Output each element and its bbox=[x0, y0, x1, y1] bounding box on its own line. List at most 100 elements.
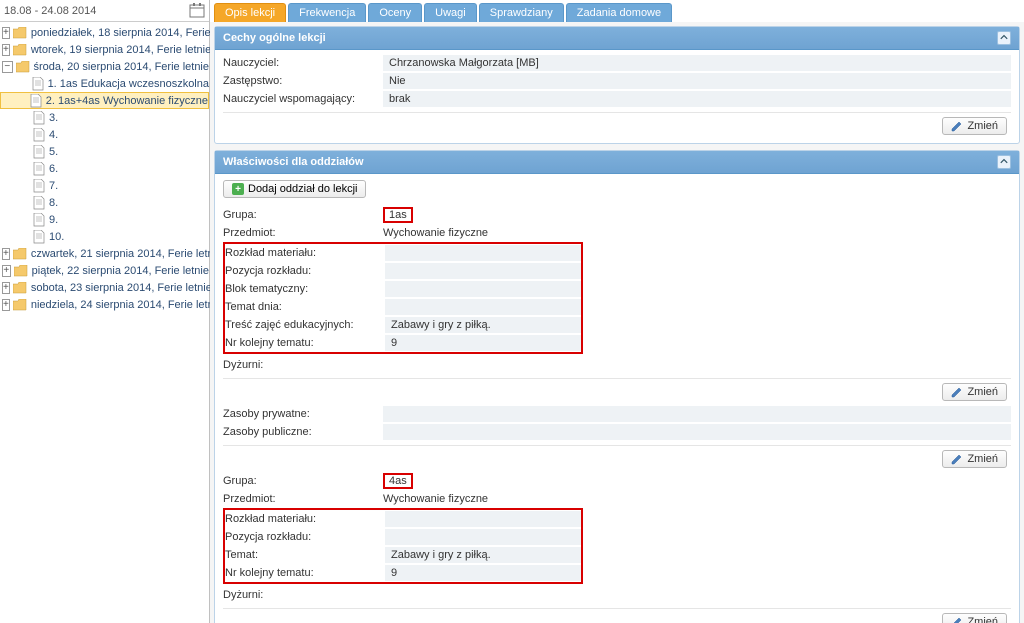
tab-bar: Opis lekcjiFrekwencjaOcenyUwagiSprawdzia… bbox=[210, 0, 1024, 22]
file-icon bbox=[33, 230, 45, 244]
tree-day-label: czwartek, 21 sierpnia 2014, Ferie letnie bbox=[31, 248, 222, 260]
general-panel-header: Cechy ogólne lekcji bbox=[215, 27, 1019, 50]
change-general-button[interactable]: Zmień bbox=[942, 117, 1007, 135]
substitute-label: Zastępstwo: bbox=[223, 75, 383, 87]
folder-icon bbox=[13, 282, 27, 294]
teacher-label: Nauczyciel: bbox=[223, 57, 383, 69]
pencil-icon bbox=[951, 453, 963, 465]
tree-day-label: środa, 20 sierpnia 2014, Ferie letnie bbox=[34, 61, 210, 73]
subject1-label: Przedmiot: bbox=[223, 227, 383, 239]
properties-panel: Właściwości dla oddziałów + Dodaj oddzia… bbox=[214, 150, 1020, 623]
change-group2-label: Zmień bbox=[967, 616, 998, 623]
teacher-value: Chrzanowska Małgorzata [MB] bbox=[383, 55, 1011, 71]
tree-lesson-label: 9. bbox=[49, 214, 58, 226]
tree-lesson[interactable]: 9. bbox=[0, 211, 209, 228]
tree-expand-icon[interactable]: + bbox=[2, 44, 10, 56]
sidebar: 18.08 - 24.08 2014 +poniedziałek, 18 sie… bbox=[0, 0, 210, 623]
add-class-label: Dodaj oddział do lekcji bbox=[248, 183, 357, 195]
tree-lesson[interactable]: 6. bbox=[0, 160, 209, 177]
tree-lesson[interactable]: 10. bbox=[0, 228, 209, 245]
tree-expand-icon[interactable]: + bbox=[2, 282, 10, 294]
group2-value-highlight: 4as bbox=[383, 473, 413, 489]
pencil-icon bbox=[951, 616, 963, 623]
general-panel-title: Cechy ogólne lekcji bbox=[223, 32, 326, 44]
rozklad1-label: Rozkład materiału: bbox=[225, 247, 385, 259]
tree-day[interactable]: +czwartek, 21 sierpnia 2014, Ferie letni… bbox=[0, 245, 209, 262]
pozycja1-label: Pozycja rozkładu: bbox=[225, 265, 385, 277]
nr1-label: Nr kolejny tematu: bbox=[225, 337, 385, 349]
subject1-value: Wychowanie fizyczne bbox=[383, 227, 488, 239]
collapse-icon[interactable] bbox=[997, 155, 1011, 169]
folder-icon bbox=[13, 299, 27, 311]
lesson-tree: +poniedziałek, 18 sierpnia 2014, Ferie l… bbox=[0, 22, 209, 315]
tree-expand-icon[interactable]: + bbox=[2, 27, 10, 39]
tree-lesson-label: 7. bbox=[49, 180, 58, 192]
calendar-icon[interactable] bbox=[189, 3, 205, 19]
pencil-icon bbox=[951, 386, 963, 398]
subject2-label: Przedmiot: bbox=[223, 493, 383, 505]
tab-frekwencja[interactable]: Frekwencja bbox=[288, 3, 366, 22]
pozycja2-value bbox=[385, 529, 581, 545]
nr2-label: Nr kolejny tematu: bbox=[225, 567, 385, 579]
tab-oceny[interactable]: Oceny bbox=[368, 3, 422, 22]
tree-day[interactable]: − środa, 20 sierpnia 2014, Ferie letnie bbox=[0, 58, 209, 75]
file-icon bbox=[32, 77, 44, 91]
nr2-value: 9 bbox=[385, 565, 581, 581]
tree-lesson[interactable]: 4. bbox=[0, 126, 209, 143]
tree-expand-icon[interactable]: + bbox=[2, 299, 10, 311]
tree-lesson-label: 8. bbox=[49, 197, 58, 209]
date-range-text: 18.08 - 24.08 2014 bbox=[4, 5, 96, 17]
tree-day[interactable]: + wtorek, 19 sierpnia 2014, Ferie letnie bbox=[0, 41, 209, 58]
folder-icon bbox=[14, 265, 28, 277]
tree-lesson[interactable]: 8. bbox=[0, 194, 209, 211]
tree-day[interactable]: +niedziela, 24 sierpnia 2014, Ferie letn… bbox=[0, 296, 209, 313]
tree-day[interactable]: +poniedziałek, 18 sierpnia 2014, Ferie l… bbox=[0, 24, 209, 41]
tree-day-label: sobota, 23 sierpnia 2014, Ferie letnie bbox=[31, 282, 212, 294]
tree-expand-icon[interactable]: + bbox=[2, 248, 10, 260]
tree-lesson-label: 5. bbox=[49, 146, 58, 158]
assisting-teacher-value: brak bbox=[383, 91, 1011, 107]
change-group1-label: Zmień bbox=[967, 386, 998, 398]
tab-sprawdziany[interactable]: Sprawdziany bbox=[479, 3, 564, 22]
tree-lesson[interactable]: 1. 1as Edukacja wczesnoszkolna bbox=[0, 75, 209, 92]
folder-open-icon bbox=[16, 61, 30, 73]
tree-lesson-label: 6. bbox=[49, 163, 58, 175]
change-general-label: Zmień bbox=[967, 120, 998, 132]
tree-lesson[interactable]: 2. 1as+4as Wychowanie fizyczne bbox=[0, 92, 209, 109]
change-group2-button[interactable]: Zmień bbox=[942, 613, 1007, 623]
properties-panel-title: Właściwości dla oddziałów bbox=[223, 156, 364, 168]
collapse-icon[interactable] bbox=[997, 31, 1011, 45]
temat2-value: Zabawy i gry z piłką. bbox=[385, 547, 581, 563]
tree-day[interactable]: +piątek, 22 sierpnia 2014, Ferie letnie bbox=[0, 262, 209, 279]
tree-day-label: wtorek, 19 sierpnia 2014, Ferie letnie bbox=[31, 44, 211, 56]
file-icon bbox=[33, 128, 45, 142]
add-class-button[interactable]: + Dodaj oddział do lekcji bbox=[223, 180, 366, 198]
file-icon bbox=[33, 196, 45, 210]
tree-lesson[interactable]: 3. bbox=[0, 109, 209, 126]
change-resources-button[interactable]: Zmień bbox=[942, 450, 1007, 468]
tree-expand-icon[interactable]: + bbox=[2, 265, 11, 277]
tab-zadania-domowe[interactable]: Zadania domowe bbox=[566, 3, 672, 22]
tab-opis-lekcji[interactable]: Opis lekcji bbox=[214, 3, 286, 22]
change-group1-button[interactable]: Zmień bbox=[942, 383, 1007, 401]
tree-lesson-label: 2. 1as+4as Wychowanie fizyczne bbox=[46, 95, 208, 107]
blok1-label: Blok tematyczny: bbox=[225, 283, 385, 295]
tree-lesson-label: 1. 1as Edukacja wczesnoszkolna bbox=[48, 78, 209, 90]
dyzurni2-label: Dyżurni: bbox=[223, 589, 383, 601]
pozycja2-label: Pozycja rozkładu: bbox=[225, 531, 385, 543]
tree-lesson-label: 10. bbox=[49, 231, 64, 243]
tree-lesson[interactable]: 7. bbox=[0, 177, 209, 194]
pub-res-label: Zasoby publiczne: bbox=[223, 426, 383, 438]
group1-label: Grupa: bbox=[223, 209, 383, 221]
priv-res-value bbox=[383, 406, 1011, 422]
group1-value-highlight: 1as bbox=[383, 207, 413, 223]
tree-day[interactable]: + sobota, 23 sierpnia 2014, Ferie letnie bbox=[0, 279, 209, 296]
pozycja1-value bbox=[385, 263, 581, 279]
tresc1-label: Treść zajęć edukacyjnych: bbox=[225, 319, 385, 331]
tematdnia1-value bbox=[385, 299, 581, 315]
tree-collapse-icon[interactable]: − bbox=[2, 61, 13, 73]
tree-lesson-label: 4. bbox=[49, 129, 58, 141]
tab-uwagi[interactable]: Uwagi bbox=[424, 3, 477, 22]
substitute-value: Nie bbox=[383, 73, 1011, 89]
tree-lesson[interactable]: 5. bbox=[0, 143, 209, 160]
